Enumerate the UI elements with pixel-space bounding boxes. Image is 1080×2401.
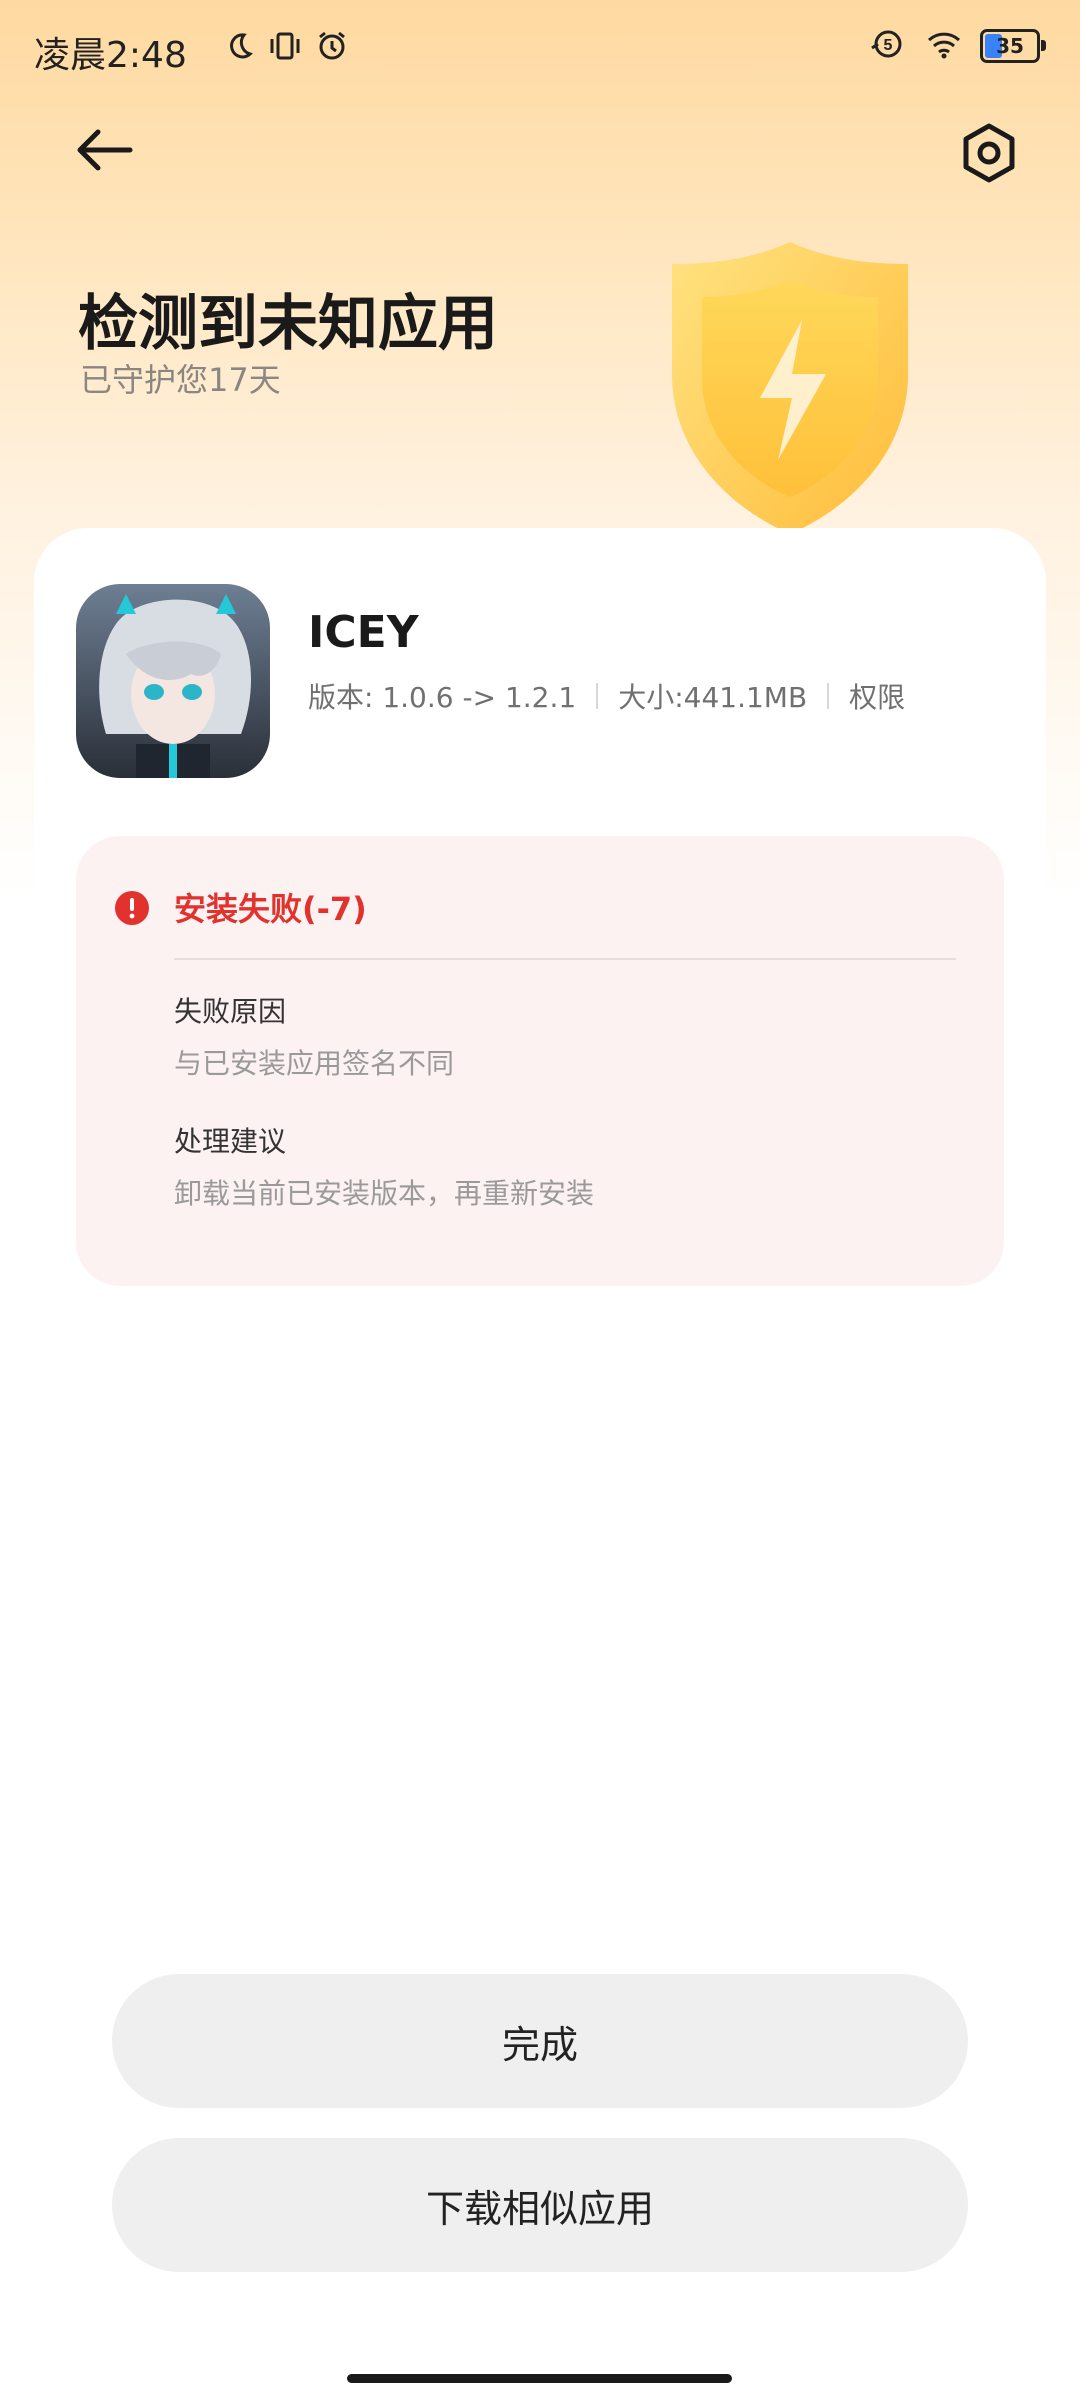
error-divider bbox=[174, 958, 956, 960]
app-icon bbox=[76, 584, 270, 778]
gear-icon bbox=[963, 123, 1015, 183]
meta-divider bbox=[596, 683, 599, 709]
error-icon bbox=[114, 890, 150, 926]
moon-icon bbox=[224, 31, 254, 65]
permissions-link[interactable]: 权限 bbox=[849, 676, 905, 716]
app-name: ICEY bbox=[308, 607, 419, 658]
protection-days: 已守护您17天 bbox=[80, 361, 281, 399]
meta-divider bbox=[827, 683, 830, 709]
back-arrow-icon bbox=[77, 129, 133, 171]
shield-illustration bbox=[640, 230, 930, 550]
battery-icon: 35 bbox=[980, 29, 1046, 63]
advice-value: 卸载当前已安装版本，再重新安装 bbox=[174, 1177, 595, 1210]
main-card bbox=[34, 528, 1046, 2398]
done-button[interactable]: 完成 bbox=[112, 1974, 968, 2108]
download-similar-button[interactable]: 下载相似应用 bbox=[112, 2138, 968, 2272]
page-title: 检测到未知应用 bbox=[78, 289, 498, 359]
vibrate-icon bbox=[268, 31, 302, 65]
app-meta: 版本: 1.0.6 -> 1.2.1 大小:441.1MB 权限 bbox=[308, 676, 905, 716]
status-time: 凌晨2:48 bbox=[34, 35, 187, 76]
shield-icon bbox=[672, 242, 908, 534]
alarm-icon bbox=[316, 30, 348, 66]
app-size: 大小:441.1MB bbox=[618, 681, 808, 714]
svg-text:5: 5 bbox=[884, 37, 893, 54]
battery-level: 35 bbox=[996, 34, 1024, 58]
hd-call-icon: 5 bbox=[868, 28, 908, 64]
advice-label: 处理建议 bbox=[174, 1125, 287, 1158]
failure-reason-value: 与已安装应用签名不同 bbox=[174, 1047, 455, 1080]
error-title: 安装失败(-7) bbox=[174, 890, 367, 928]
wifi-icon bbox=[926, 29, 962, 63]
failure-reason-label: 失败原因 bbox=[174, 995, 287, 1028]
settings-button[interactable] bbox=[958, 122, 1020, 184]
back-button[interactable] bbox=[70, 125, 140, 175]
status-bar: 凌晨2:48 5 35 bbox=[0, 0, 1080, 100]
app-version: 版本: 1.0.6 -> 1.2.1 bbox=[308, 681, 577, 714]
home-indicator[interactable] bbox=[347, 2374, 732, 2383]
